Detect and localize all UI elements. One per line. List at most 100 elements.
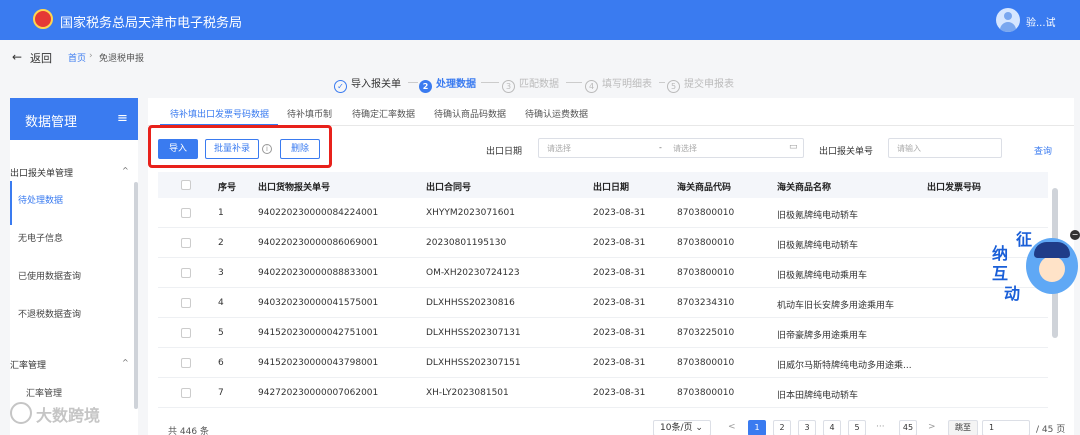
row-checkbox[interactable] <box>181 298 191 308</box>
table-cell: 2023-08-31 <box>593 268 646 278</box>
tab-commodity-code[interactable]: 待确认商品码数据 <box>434 107 506 120</box>
table-cell: 旧本田牌纯电动轿车 <box>777 391 859 401</box>
page-button[interactable]: 45 <box>899 420 917 435</box>
table-row[interactable]: 4 940320230000041575001 DLXHHSS20230816 202… <box>158 288 1048 318</box>
row-checkbox[interactable] <box>181 208 191 218</box>
menu-toggle-icon[interactable]: ≡ <box>117 111 128 126</box>
back-arrow-icon[interactable]: ← <box>12 50 22 64</box>
table-cell: 941520230000042751001 <box>258 328 379 338</box>
table-cell: 940220230000088833001 <box>258 268 379 278</box>
table-cell: 8703225010 <box>677 328 735 338</box>
sidebar-group-exchange-rate[interactable]: 汇率管理 <box>10 358 46 371</box>
check-circle-icon: ✓ <box>334 80 347 93</box>
query-button[interactable]: 查询 <box>1034 144 1052 157</box>
pagination: 共 446 条 10条/页 ⌄ < 1 2 3 4 5 ··· 45 > 跳至 … <box>148 418 1074 435</box>
row-checkbox[interactable] <box>181 328 191 338</box>
sidebar-group-declarations[interactable]: 出口报关单管理 <box>10 166 73 179</box>
table-cell: 2023-08-31 <box>593 328 646 338</box>
user-name[interactable]: 验...试 <box>1026 14 1056 29</box>
tab-exchange-rate[interactable]: 待确定汇率数据 <box>352 107 415 120</box>
table-row[interactable]: 5 941520230000042751001 DLXHHSS202307131 20… <box>158 318 1048 348</box>
table-row[interactable]: 3 940220230000088833001 OM-XH20230724123 20… <box>158 258 1048 288</box>
table-cell: DLXHHSS202307151 <box>426 358 521 368</box>
row-checkbox[interactable] <box>181 358 191 368</box>
sidebar-item-no-refund-query[interactable]: 不退税数据查询 <box>18 307 81 320</box>
annotation-highlight-box <box>148 125 332 168</box>
row-checkbox[interactable] <box>181 268 191 278</box>
table-cell: 2023-08-31 <box>593 388 646 398</box>
table-cell: 2023-08-31 <box>593 238 646 248</box>
step-process-data: 2 处理数据 <box>419 75 476 93</box>
tab-freight[interactable]: 待确认运费数据 <box>525 107 588 120</box>
select-all-checkbox[interactable] <box>181 180 191 190</box>
national-emblem-icon <box>33 9 53 29</box>
table-cell: XHYYM2023071601 <box>426 208 515 218</box>
step-submit-report: 5 提交申报表 <box>667 75 734 93</box>
page-size-select[interactable]: 10条/页 ⌄ <box>653 420 711 435</box>
back-button[interactable]: 返回 <box>30 50 52 66</box>
table-row[interactable]: 7 942720230000007062001 XH-LY2023081501 202… <box>158 378 1048 408</box>
page-button[interactable]: 4 <box>823 420 841 435</box>
table-cell: 旧威尔马斯特牌纯电动多用途乘... <box>777 361 912 371</box>
chevron-up-icon[interactable]: ^ <box>122 166 129 175</box>
table-cell: DLXHHSS20230816 <box>426 298 515 308</box>
export-date-range-picker[interactable]: 请选择 - 请选择 ▭ <box>538 138 804 158</box>
sidebar-item-used-data-query[interactable]: 已使用数据查询 <box>18 269 81 282</box>
table-cell: 940220230000086069001 <box>258 238 379 248</box>
step-match-data: 3 匹配数据 <box>502 75 559 93</box>
calendar-icon[interactable]: ▭ <box>789 142 798 152</box>
table-cell: 942720230000007062001 <box>258 388 379 398</box>
table-cell: XH-LY2023081501 <box>426 388 509 398</box>
table-cell: 2023-08-31 <box>593 298 646 308</box>
page-button[interactable]: 3 <box>798 420 816 435</box>
user-avatar[interactable] <box>996 8 1020 32</box>
table-cell: 旧极氪牌纯电动轿车 <box>777 211 859 221</box>
sidebar-item-exchange-rate[interactable]: 汇率管理 <box>26 386 62 399</box>
declaration-number-label: 出口报关单号 <box>819 147 874 157</box>
table-cell: 机动车旧长安牌多用途乘用车 <box>777 301 895 311</box>
progress-steps: ✓ 导入报关单 2 处理数据 3 匹配数据 4 填写明细表 5 提交申报表 <box>0 72 1080 93</box>
watermark-logo-icon <box>10 402 32 424</box>
sidebar-scrollbar[interactable] <box>134 182 138 409</box>
goto-page-input[interactable]: 1 <box>982 420 1030 435</box>
row-checkbox[interactable] <box>181 238 191 248</box>
tab-bar: 待补填出口发票号码数据 待补填币制 待确定汇率数据 待确认商品码数据 待确认运费… <box>148 98 1074 126</box>
collapse-icon[interactable]: − <box>1070 230 1080 240</box>
page-button[interactable]: 1 <box>748 420 766 435</box>
export-date-label: 出口日期 <box>486 147 523 157</box>
service-assistant-widget[interactable]: 征 纳 互 动 <box>988 224 1078 306</box>
table-cell: 20230801195130 <box>426 238 507 248</box>
table-row[interactable]: 6 941520230000043798001 DLXHHSS202307151 20… <box>158 348 1048 378</box>
table-cell: OM-XH20230724123 <box>426 268 520 278</box>
row-checkbox[interactable] <box>181 388 191 398</box>
page-total: / 45 页 <box>1036 425 1066 435</box>
chevron-up-icon[interactable]: ^ <box>122 358 129 367</box>
page-ellipsis[interactable]: ··· <box>876 422 885 432</box>
table-cell: 8703800010 <box>677 388 735 398</box>
table-cell: 3 <box>218 268 224 278</box>
declaration-number-input[interactable]: 请输入 <box>888 138 1002 158</box>
top-bar: 国家税务总局天津市电子税务局 验...试 <box>0 0 1080 40</box>
goto-button[interactable]: 跳至 <box>948 420 978 435</box>
table-cell: 8703800010 <box>677 268 735 278</box>
tab-currency[interactable]: 待补填币制 <box>287 107 332 120</box>
table-row[interactable]: 1 940220230000084224001 XHYYM2023071601 202… <box>158 198 1048 228</box>
table-cell: 8703800010 <box>677 208 735 218</box>
table-cell: 940320230000041575001 <box>258 298 379 308</box>
table-cell: 旧帝豪牌多用途乘用车 <box>777 331 868 341</box>
table-header: 序号 出口货物报关单号 出口合同号 出口日期 海关商品代码 海关商品名称 出口发… <box>158 172 1048 198</box>
page-button[interactable]: 2 <box>773 420 791 435</box>
breadcrumb-current: 免退税申报 <box>99 54 145 64</box>
table-cell: 4 <box>218 298 224 308</box>
tab-invoice-number[interactable]: 待补填出口发票号码数据 <box>170 107 269 120</box>
prev-page-icon[interactable]: < <box>728 422 736 432</box>
page-button[interactable]: 5 <box>848 420 866 435</box>
breadcrumb-home-link[interactable]: 首页 <box>68 51 86 64</box>
table-row[interactable]: 2 940220230000086069001 20230801195130 2023… <box>158 228 1048 258</box>
sidebar-item-no-electronic-info[interactable]: 无电子信息 <box>18 231 63 244</box>
table-cell: 6 <box>218 358 224 368</box>
table-cell: 941520230000043798001 <box>258 358 379 368</box>
next-page-icon[interactable]: > <box>928 422 936 432</box>
sidebar-item-pending-data[interactable]: 待处理数据 <box>18 193 63 206</box>
breadcrumb: ← 返回 首页 › 免退税申报 <box>0 40 1080 72</box>
